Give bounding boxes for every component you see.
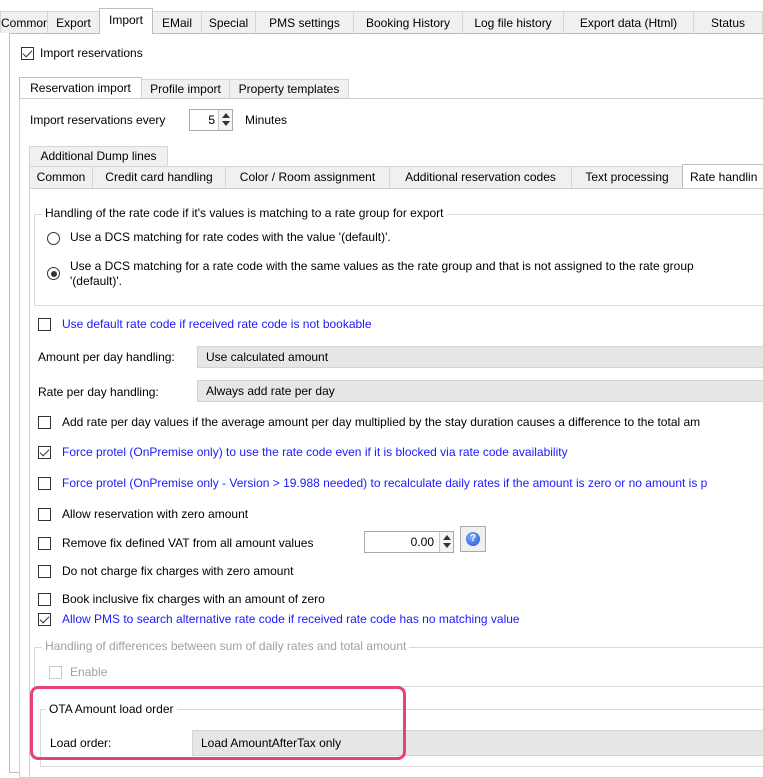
tab-email[interactable]: EMail [152, 11, 202, 33]
enable-differences-checkbox[interactable] [49, 666, 62, 679]
tab-additional-reservation-codes[interactable]: Additional reservation codes [389, 166, 572, 188]
tab-log-file-history[interactable]: Log file history [462, 11, 564, 33]
tab-credit-card-handling[interactable]: Credit card handling [92, 166, 226, 188]
use-default-rate-checkbox[interactable] [38, 318, 51, 331]
allow-zero-amount-checkbox[interactable] [38, 508, 51, 521]
import-every-unit: Minutes [245, 113, 288, 127]
tab-additional-dump-lines[interactable]: Additional Dump lines [29, 146, 168, 166]
amount-per-day-label: Amount per day handling: [38, 350, 175, 364]
rate-option-default-radio[interactable] [47, 232, 60, 245]
rate-option-same-values-radio[interactable] [47, 267, 60, 280]
amount-per-day-select[interactable]: Use calculated amount [197, 346, 763, 368]
add-rate-per-day-checkbox[interactable] [38, 416, 51, 429]
help-icon: ? [466, 532, 480, 546]
spinner-arrows-icon[interactable] [218, 110, 232, 130]
vat-value-spinner[interactable]: 0.00 [364, 531, 454, 553]
use-default-rate-label: Use default rate code if received rate c… [62, 317, 372, 331]
tab-status[interactable]: Status [693, 11, 763, 33]
tab-text-processing[interactable]: Text processing [571, 166, 683, 188]
force-protel-recalc-label: Force protel (OnPremise only - Version >… [62, 476, 708, 490]
no-charge-zero-checkbox[interactable] [38, 565, 51, 578]
tab-inner-common[interactable]: Common [29, 166, 93, 188]
rate-option-default-label: Use a DCS matching for rate codes with t… [70, 230, 391, 244]
add-rate-per-day-label: Add rate per day values if the average a… [62, 415, 701, 429]
import-interval-spinner[interactable]: 5 [189, 109, 233, 131]
allow-pms-search-checkbox[interactable] [38, 613, 51, 626]
tab-booking-history[interactable]: Booking History [353, 11, 463, 33]
import-reservations-label: Import reservations [40, 46, 143, 60]
book-inclusive-label: Book inclusive fix charges with an amoun… [62, 592, 325, 606]
top-tab-strip: Common Export Import EMail Special PMS s… [0, 8, 763, 34]
book-inclusive-checkbox[interactable] [38, 593, 51, 606]
tab-pms-settings[interactable]: PMS settings [255, 11, 354, 33]
tab-property-templates[interactable]: Property templates [229, 79, 349, 99]
tab-reservation-import[interactable]: Reservation import [19, 77, 142, 99]
highlight-box [30, 686, 406, 760]
import-reservations-checkbox[interactable] [21, 47, 34, 60]
import-every-label: Import reservations every [30, 113, 166, 127]
differences-group-title: Handling of differences between sum of d… [42, 639, 410, 653]
vat-value: 0.00 [410, 535, 434, 549]
spinner-arrows-icon[interactable] [439, 532, 453, 552]
rate-option-same-values-label: Use a DCS matching for a rate code with … [70, 259, 694, 273]
tab-export-data-html[interactable]: Export data (Html) [563, 11, 694, 33]
import-interval-value: 5 [208, 113, 215, 127]
tab-color-room-assignment[interactable]: Color / Room assignment [225, 166, 390, 188]
tab-special[interactable]: Special [201, 11, 256, 33]
help-button[interactable]: ? [460, 526, 486, 552]
force-protel-recalc-checkbox[interactable] [38, 477, 51, 490]
tab-rate-handling[interactable]: Rate handlin [682, 164, 763, 189]
allow-pms-search-label: Allow PMS to search alternative rate cod… [62, 612, 520, 626]
remove-vat-label: Remove fix defined VAT from all amount v… [62, 536, 314, 550]
remove-vat-checkbox[interactable] [38, 537, 51, 550]
force-protel-checkbox[interactable] [38, 446, 51, 459]
rate-option-same-values-label-2: '(default)'. [70, 274, 122, 288]
tab-common[interactable]: Common [0, 11, 50, 33]
tab-profile-import[interactable]: Profile import [141, 79, 230, 99]
no-charge-zero-label: Do not charge fix charges with zero amou… [62, 564, 294, 578]
force-protel-label: Force protel (OnPremise only) to use the… [62, 445, 568, 459]
tab-import[interactable]: Import [99, 8, 153, 34]
rate-per-day-select[interactable]: Always add rate per day [197, 380, 763, 402]
rate-per-day-label: Rate per day handling: [38, 385, 159, 399]
differences-group-box [34, 647, 763, 687]
rate-group-title: Handling of the rate code if it's values… [42, 206, 447, 220]
allow-zero-amount-label: Allow reservation with zero amount [62, 507, 249, 521]
tab-export[interactable]: Export [47, 11, 100, 33]
enable-differences-label: Enable [70, 665, 108, 679]
